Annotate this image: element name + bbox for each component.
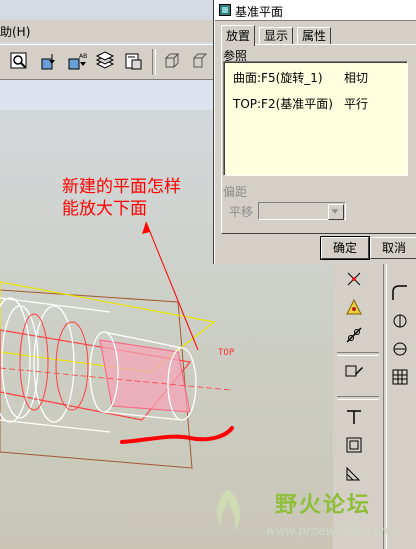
model-tree-icon[interactable] (122, 50, 144, 72)
datum-curve-icon[interactable] (343, 324, 365, 346)
dialog-title: 基准平面 (235, 5, 284, 19)
dialog-titlebar[interactable]: 基准平面 (215, 0, 416, 21)
shell-icon[interactable] (343, 434, 365, 456)
datum-coordinate-icon[interactable] (343, 296, 365, 318)
reference-name: TOP:F2(基准平面) (233, 97, 333, 111)
menu-help[interactable]: 助(H) (0, 23, 30, 40)
annotation-text: 新建的平面怎样 能放大下面 (62, 176, 181, 220)
draft-icon[interactable] (389, 338, 411, 360)
graphics-header-strip (0, 80, 214, 110)
list-item[interactable]: TOP:F2(基准平面) (233, 95, 333, 112)
tab-properties[interactable]: 属性 (297, 27, 332, 45)
top-plane-label: TOP (218, 348, 235, 358)
translate-dropdown-button[interactable] (328, 204, 344, 220)
datum-point-icon[interactable] (343, 268, 365, 290)
zoom-window-icon[interactable] (8, 50, 30, 72)
reorient-icon[interactable] (38, 50, 60, 72)
sketch-icon[interactable] (343, 362, 365, 384)
pattern-icon[interactable] (389, 366, 411, 388)
references-list[interactable]: 曲面:F5(旋转_1) 相切 TOP:F2(基准平面) 平行 (223, 61, 408, 176)
annotation-line-1: 新建的平面怎样 (62, 177, 181, 197)
ok-button[interactable]: 确定 (321, 237, 369, 259)
watermark-logo (217, 489, 241, 531)
chamfer-icon[interactable] (389, 310, 411, 332)
datum-plane-dialog: 基准平面 放置 显示 属性 参照 曲面:F5(旋转_1) 相切 TOP:F2(基… (214, 0, 416, 264)
layers-icon[interactable] (94, 50, 116, 72)
tab-display[interactable]: 显示 (259, 27, 294, 45)
watermark-url: www.proewildfire.cn (266, 524, 388, 538)
reference-constraint[interactable]: 相切 (344, 69, 368, 86)
tab-placement[interactable]: 放置 (221, 25, 256, 46)
chevron-down-icon (331, 209, 339, 214)
offset-label: 偏距 (223, 185, 248, 199)
saved-views-icon[interactable]: AB (66, 50, 88, 72)
reference-constraint[interactable]: 平行 (344, 95, 368, 112)
reference-name: 曲面:F5(旋转_1) (233, 71, 323, 85)
list-item[interactable]: 曲面:F5(旋转_1) (233, 69, 323, 86)
watermark-brand: 野火论坛 (275, 493, 372, 518)
cancel-button[interactable]: 取消 (370, 237, 416, 259)
translate-label: 平移 (229, 205, 254, 219)
dialog-app-icon (219, 4, 231, 16)
main-toolbar: AB (0, 44, 214, 80)
dialog-tabs: 放置 显示 属性 (221, 25, 413, 46)
box-view-icon[interactable] (162, 50, 184, 72)
rib-icon[interactable] (343, 462, 365, 484)
menu-bar: 助(H) (0, 20, 214, 42)
translate-input[interactable] (258, 202, 346, 220)
box-view-2-icon[interactable] (190, 50, 212, 72)
hole-icon[interactable] (343, 406, 365, 428)
round-icon[interactable] (389, 282, 411, 304)
annotation-line-2: 能放大下面 (62, 199, 147, 219)
svg-text:AB: AB (79, 53, 87, 60)
